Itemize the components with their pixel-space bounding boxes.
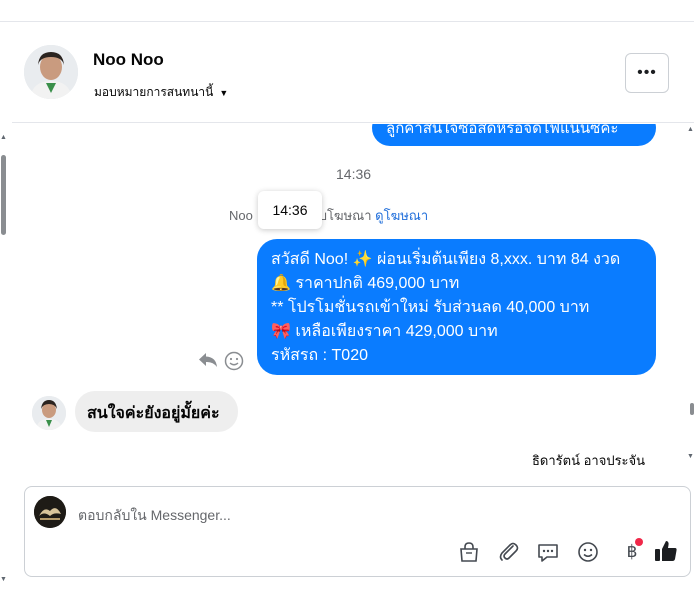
time-divider: 14:36 xyxy=(336,166,372,182)
message-list: ลูกค้าสนใจซื้อสดหรือจัดไฟแนนซ์คะ 14:36 N… xyxy=(12,124,686,479)
react-smiley-icon[interactable] xyxy=(224,351,244,371)
conversation-header: Noo Noo มอบหมายการสนทนานี้ ▼ ••• xyxy=(12,23,694,123)
contact-name: Noo Noo xyxy=(93,50,164,69)
agent-name: ธิดารัตน์ อาจประจัน xyxy=(532,453,646,468)
message-line: ** โปรโมชั่นรถเข้าใหม่ รับส่วนลด 40,000 … xyxy=(271,299,590,316)
thumbs-up-icon[interactable] xyxy=(653,538,679,564)
page-avatar xyxy=(34,496,66,528)
left-scrollbar[interactable]: ▲ ▼ xyxy=(0,110,8,590)
assign-conversation-dropdown[interactable]: มอบหมายการสนทนานี้ ▼ xyxy=(94,83,228,102)
notification-dot xyxy=(635,538,643,546)
shopping-bag-icon[interactable] xyxy=(457,540,481,564)
contact-avatar[interactable] xyxy=(32,396,66,430)
reply-composer: ฿ xyxy=(24,486,691,577)
scroll-up-arrow-icon[interactable]: ▲ xyxy=(687,126,694,133)
scroll-up-arrow-icon[interactable]: ▲ xyxy=(0,134,7,141)
right-scrollbar[interactable]: ▲ ▼ xyxy=(686,120,694,470)
outgoing-message-bubble[interactable]: สวัสดี Noo! ✨ ผ่อนเริ่มต้นเพียง 8,xxx. บ… xyxy=(257,239,656,375)
message-line: 🔔 ราคาปกติ 469,000 บาท xyxy=(271,275,460,292)
assign-label: มอบหมายการสนทนานี้ xyxy=(94,85,214,99)
ad-reply-prefix: Noo xyxy=(229,208,253,223)
message-line: สวัสดี Noo! ✨ ผ่อนเริ่มต้นเพียง 8,xxx. บ… xyxy=(271,251,621,268)
more-options-icon: ••• xyxy=(637,64,657,81)
outgoing-message-bubble[interactable]: ลูกค้าสนใจซื้อสดหรือจัดไฟแนนซ์คะ xyxy=(372,124,656,146)
scroll-down-arrow-icon[interactable]: ▼ xyxy=(687,453,694,460)
scroll-down-arrow-icon[interactable]: ▼ xyxy=(0,576,7,583)
scrollbar-thumb[interactable] xyxy=(690,403,694,415)
reply-icon[interactable] xyxy=(198,351,218,369)
chat-bubble-icon[interactable] xyxy=(536,540,560,564)
paperclip-icon[interactable] xyxy=(497,540,521,564)
emoji-icon[interactable] xyxy=(576,540,600,564)
messenger-conversation-panel: Noo Noo มอบหมายการสนทนานี้ ▼ ••• ▲ ▼ ▲ ▼… xyxy=(0,0,694,590)
top-strip xyxy=(0,0,694,22)
timestamp-tooltip: 14:36 xyxy=(258,191,322,229)
message-line: 🎀 เหลือเพียงราคา 429,000 บาท xyxy=(271,323,498,340)
more-options-button[interactable]: ••• xyxy=(625,53,669,93)
reply-input[interactable] xyxy=(78,504,638,526)
chevron-down-icon: ▼ xyxy=(219,87,229,98)
contact-avatar[interactable] xyxy=(24,45,78,99)
view-ad-link[interactable]: ดูโฆษณา xyxy=(375,208,428,223)
scrollbar-thumb[interactable] xyxy=(1,155,6,235)
incoming-message-bubble[interactable]: สนใจค่ะยังอยู่มั้ยค่ะ xyxy=(75,391,238,432)
message-line: รหัสรถ : T020 xyxy=(271,347,368,364)
